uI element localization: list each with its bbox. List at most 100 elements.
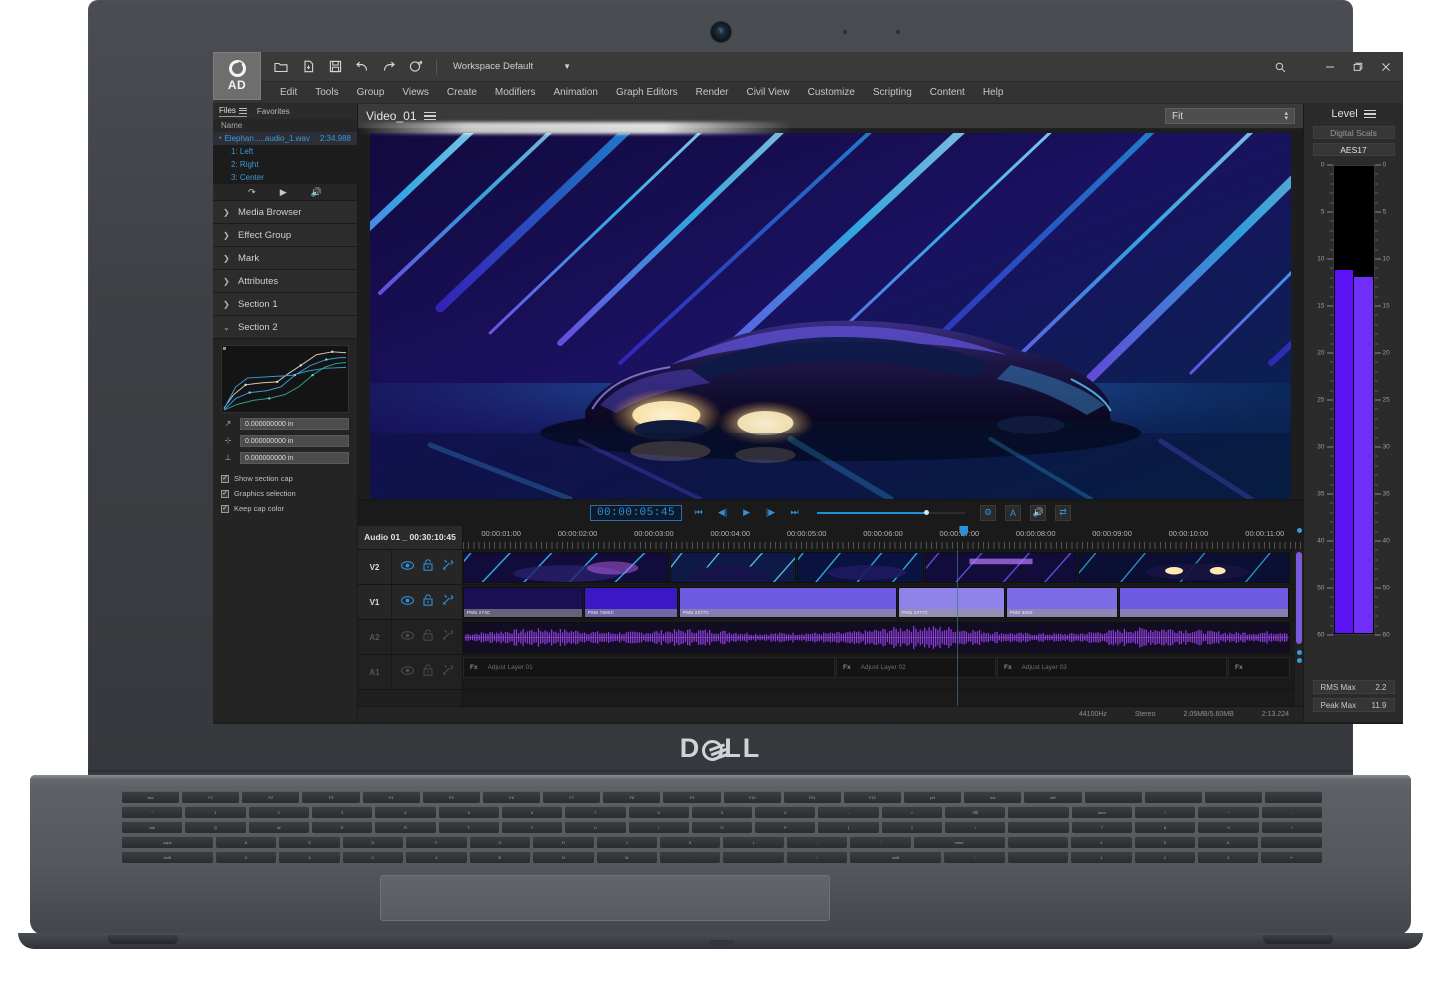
keyboard-key[interactable]: 9 [1198, 821, 1259, 833]
keyboard-key[interactable]: I [628, 821, 689, 833]
checkbox[interactable]: ✓ [221, 489, 229, 498]
keyboard-key[interactable]: F10 [723, 791, 781, 803]
keyboard-key[interactable]: num [1071, 806, 1132, 818]
track-lane-v2[interactable] [463, 550, 1303, 585]
checkbox-row[interactable]: ✓ Graphics selection [221, 489, 349, 498]
track-header-v1[interactable]: V1 [358, 584, 462, 620]
keyboard-key[interactable]: ↑ [944, 851, 1005, 863]
undo-icon[interactable] [350, 56, 374, 78]
level-meters[interactable] [1332, 165, 1375, 635]
track-header-a1[interactable]: A1 [358, 654, 462, 690]
keyboard-key[interactable]: 6 [1197, 836, 1259, 848]
expand-bullet-icon[interactable]: • [219, 135, 221, 142]
volume-slider[interactable] [817, 508, 966, 518]
prev-frame-icon[interactable]: ◀| [715, 507, 730, 518]
keyboard-key[interactable] [1261, 836, 1322, 848]
render-preview-icon[interactable] [404, 56, 428, 78]
numeric-input[interactable]: 0.000000000 in [240, 452, 349, 464]
keyboard-key[interactable] [1084, 791, 1142, 803]
save-icon[interactable] [323, 56, 347, 78]
keyboard-key[interactable]: Z [215, 851, 277, 863]
redo-icon[interactable] [377, 56, 401, 78]
search-icon[interactable] [1267, 55, 1293, 79]
keyboard-key[interactable]: Y [501, 821, 563, 833]
loop-icon[interactable]: ↷ [248, 187, 256, 198]
tab-favorites[interactable]: Favorites [257, 107, 290, 116]
eye-icon[interactable] [400, 560, 414, 573]
audio-clip[interactable] [463, 621, 1290, 653]
accordion-attributes[interactable]: ❯ Attributes [213, 270, 357, 293]
keyboard-key[interactable]: 2 [1134, 851, 1195, 863]
keyboard-key[interactable]: V [406, 851, 467, 863]
tools-icon[interactable] [442, 594, 454, 609]
keyboard-key[interactable]: prt [904, 791, 962, 803]
color-clip[interactable]: PMS 274C [463, 586, 583, 618]
touchpad[interactable] [380, 875, 830, 921]
file-list-item[interactable]: 3: Center [213, 171, 357, 184]
keyboard-key[interactable]: - [1261, 806, 1322, 818]
play-icon[interactable]: ▶ [280, 187, 287, 198]
keyboard-key[interactable]: . [723, 851, 784, 863]
keyboard-key[interactable]: X [279, 851, 340, 863]
accordion-mark[interactable]: ❯ Mark [213, 247, 357, 270]
color-clip[interactable]: PMS 2377C [679, 586, 897, 618]
fx-clip[interactable]: Fx Adjust Layer 03 [997, 656, 1227, 678]
keyboard-key[interactable]: F8 [603, 791, 661, 803]
numeric-input[interactable]: 0.000000000 in [240, 435, 349, 447]
timeline-vertical-scrollbar[interactable] [1295, 527, 1303, 707]
track-lane-a2[interactable] [463, 620, 1303, 655]
keyboard-key[interactable]: F6 [482, 791, 541, 803]
skip-start-icon[interactable]: ⏮ [691, 507, 706, 518]
keyboard[interactable]: esc F1 F2 F3 F4 F5 F6 F7 F8 F9 F10 F11 F12 prt ins del ~… [122, 791, 1323, 863]
eye-icon[interactable] [400, 595, 414, 608]
audio-a-icon[interactable]: A [1005, 504, 1022, 521]
zoom-fit-select[interactable]: Fit ▴ ▾ [1165, 108, 1295, 125]
checkbox[interactable]: ✓ [221, 474, 229, 483]
fx-clip[interactable]: Fx [1228, 656, 1290, 678]
video-clip[interactable] [925, 551, 1077, 583]
speaker-icon[interactable]: 🔊 [1030, 504, 1047, 521]
keyboard-key[interactable]: 5 [1134, 836, 1195, 848]
menu-item-create[interactable]: Create [438, 82, 486, 104]
keyboard-key[interactable]: [ [818, 821, 879, 833]
keyboard-key[interactable]: F3 [302, 791, 360, 803]
keyboard-key[interactable]: F11 [783, 791, 841, 803]
keyboard-key[interactable]: shift [850, 851, 942, 863]
keyboard-key[interactable]: + [1261, 821, 1322, 833]
keyboard-key[interactable]: = [881, 806, 943, 818]
video-preview[interactable] [370, 133, 1291, 500]
keyboard-key[interactable]: 9 [691, 806, 753, 818]
track-header-v2[interactable]: V2 [358, 549, 462, 585]
keyboard-key[interactable] [1007, 836, 1069, 848]
keyboard-key[interactable] [1264, 791, 1323, 803]
file-list-item[interactable]: 2: Right [213, 158, 357, 171]
zoom-fit-stepper-icon[interactable]: ▴ ▾ [1284, 110, 1288, 122]
keyboard-key[interactable]: 2 [248, 806, 309, 818]
keyboard-key[interactable]: K [659, 836, 721, 848]
keyboard-key[interactable]: P [755, 821, 816, 833]
volume-icon[interactable]: 🔊 [311, 187, 322, 198]
keyboard-key[interactable]: D [342, 836, 404, 848]
track-lane-a1[interactable]: Fx Adjust Layer 01 Fx Adjust Layer 02 Fx Adju… [463, 655, 1303, 690]
keyboard-key[interactable]: esc [122, 791, 180, 803]
keyboard-key[interactable] [1204, 791, 1262, 803]
keyboard-key[interactable]: A [215, 836, 277, 848]
minimize-button[interactable] [1317, 55, 1343, 79]
keyboard-key[interactable]: ↵ [1261, 851, 1322, 863]
ruler-area[interactable]: 00:00:01:00 00:00:02:00 00:00:03:00 00:00:0… [463, 525, 1303, 549]
timeline-scroll-thumb[interactable] [1296, 551, 1302, 644]
settings-icon[interactable]: ⚙ [980, 504, 997, 521]
keyboard-key[interactable]: shift [122, 851, 213, 863]
keyboard-key[interactable]: T [438, 821, 499, 833]
menu-item-animation[interactable]: Animation [544, 82, 606, 104]
keyboard-key[interactable]: B [469, 851, 531, 863]
next-frame-icon[interactable]: |▶ [763, 507, 778, 518]
keyboard-key[interactable]: 4 [1071, 836, 1132, 848]
keyboard-key[interactable]: J [596, 836, 657, 848]
keyboard-key[interactable] [1008, 821, 1069, 833]
keyboard-key[interactable]: 7 [1071, 821, 1132, 833]
menu-item-help[interactable]: Help [974, 82, 1013, 104]
open-folder-icon[interactable] [269, 56, 293, 78]
keyboard-key[interactable]: ; [786, 836, 848, 848]
accordion-section-1[interactable]: ❯ Section 1 [213, 293, 357, 316]
